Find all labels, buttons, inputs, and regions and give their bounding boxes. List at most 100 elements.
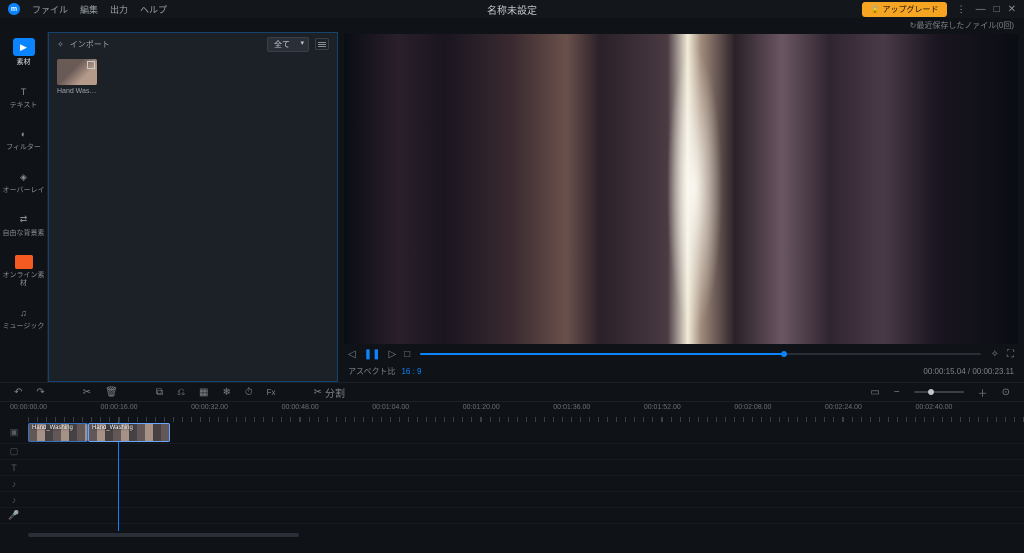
crop-icon[interactable]: ⧉ (156, 387, 163, 398)
text-icon: T (17, 85, 31, 99)
ruler-tick: 00:00:16.00 (101, 404, 138, 411)
prev-frame-icon[interactable]: ◁ (348, 349, 356, 360)
clip-label: Hand_Washing (32, 425, 73, 431)
zoom-fit-icon[interactable]: ⊙ (1002, 387, 1010, 398)
track-head-audio1[interactable]: ♪ (0, 476, 28, 491)
audio-track-2[interactable]: ♪ (0, 492, 1024, 508)
timeline-ruler[interactable]: 00:00:00.00 00:00:16.00 00:00:32.00 00:00:4… (0, 402, 1024, 422)
aspect-label: アスペクト比 (348, 366, 395, 377)
rail-text-label: テキスト (10, 102, 38, 110)
menu-bar: ファイル 編集 出力 ヘルプ (32, 3, 167, 16)
ruler-tick: 00:00:00.00 (10, 404, 47, 411)
mosaic-icon[interactable]: ▦ (199, 387, 208, 398)
ruler-tick: 00:02:40.00 (915, 404, 952, 411)
ruler-tick: 00:00:32.00 (191, 404, 228, 411)
ruler-tick: 00:00:48.00 (282, 404, 319, 411)
window-title: 名称未設定 (487, 2, 537, 17)
view-mode-toggle[interactable] (315, 38, 329, 50)
track-head-text[interactable]: T (0, 460, 28, 475)
zoom-handle[interactable] (928, 389, 934, 395)
timeline: 00:00:00.00 00:00:16.00 00:00:32.00 00:00:4… (0, 402, 1024, 539)
fullscreen-icon[interactable]: ⛶ (1007, 349, 1014, 360)
effect-icon[interactable]: Fx (267, 388, 276, 397)
ruler-tick: 00:02:08.00 (734, 404, 771, 411)
rail-online-label: オンライン素材 (0, 272, 48, 287)
recent-files-bar[interactable]: ↻最近保存したノァイル(0回) (0, 18, 1024, 32)
rail-filter-label: フィルター (6, 144, 41, 152)
rail-music-label: ミュージック (3, 323, 45, 331)
filter-icon: ◐ (17, 127, 31, 141)
preview-progress-handle[interactable] (781, 351, 787, 357)
menu-help[interactable]: ヘルプ (140, 3, 167, 16)
cut-icon[interactable]: ✂ (83, 387, 91, 398)
marker-icon[interactable]: ▭ (870, 387, 879, 398)
speed-icon[interactable]: ⏱ (245, 387, 253, 398)
freeze-icon[interactable]: ❄ (222, 387, 230, 398)
timeline-scrollbar[interactable] (0, 531, 1024, 539)
ruler-tick: 00:01:52.00 (644, 404, 681, 411)
rail-media[interactable]: ▶ 素材 (0, 38, 48, 67)
zoom-in-icon[interactable]: ＋ (978, 385, 988, 400)
zoom-slider[interactable] (914, 391, 964, 393)
media-clip-name: Hand Washi... (57, 88, 97, 95)
time-display: 00:00:15.04 / 00:00:23.11 (923, 367, 1014, 376)
split-button[interactable]: ✂ 分割 (314, 385, 345, 400)
close-icon[interactable]: ✕ (1008, 4, 1016, 15)
import-label[interactable]: インポート (70, 39, 110, 50)
rail-music[interactable]: ♫ ミュージック (0, 306, 48, 331)
media-filter-dropdown[interactable]: 全て (267, 37, 309, 52)
media-clip[interactable]: Hand Washi... (57, 59, 97, 95)
preview-progress-fill (420, 353, 784, 355)
timeline-clip[interactable]: Hand_Washing (28, 423, 88, 442)
overlay-icon: ◈ (17, 170, 31, 184)
zoom-out-icon[interactable]: − (894, 387, 900, 398)
timeline-tracks: ▣ Hand_Washing Hand_Washing ▢ T ♪ ♪ 🎤 (0, 422, 1024, 531)
split-icon[interactable]: ⎌ (177, 387, 185, 398)
kebab-icon[interactable]: ⋮ (957, 4, 966, 15)
upgrade-button[interactable]: 🔒 アップグレード (862, 2, 946, 17)
video-track[interactable]: ▣ Hand_Washing Hand_Washing (0, 422, 1024, 444)
rail-overlay[interactable]: ◈ オーバーレイ (0, 170, 48, 195)
voice-track[interactable]: 🎤 (0, 508, 1024, 524)
ruler-tick: 00:01:04.00 (372, 404, 409, 411)
track-head-voice[interactable]: 🎤 (0, 508, 28, 523)
track-head-audio2[interactable]: ♪ (0, 492, 28, 507)
snapshot-icon[interactable]: ✧ (991, 349, 999, 360)
next-frame-icon[interactable]: ▷ (388, 349, 396, 360)
rail-text[interactable]: T テキスト (0, 85, 48, 110)
clip-label: Hand_Washing (92, 425, 133, 431)
redo-icon[interactable]: ↷ (36, 387, 44, 398)
title-bar: m ファイル 編集 出力 ヘルプ 名称未設定 🔒 アップグレード ⋮ — □ ✕ (0, 0, 1024, 18)
audio-track-1[interactable]: ♪ (0, 476, 1024, 492)
preview-canvas[interactable] (344, 34, 1018, 344)
ruler-tick: 00:02:24.00 (825, 404, 862, 411)
aspect-value[interactable]: 16 : 9 (401, 367, 421, 376)
rail-media-label: 素材 (17, 59, 31, 67)
minimize-icon[interactable]: — (976, 4, 986, 15)
timeline-toolbar: ↶ ↷ ✂ 🗑 ⧉ ⎌ ▦ ❄ ⏱ Fx ✂ 分割 ▭ − ＋ ⊙ (0, 382, 1024, 402)
menu-output[interactable]: 出力 (110, 3, 128, 16)
media-clip-thumb (57, 59, 97, 85)
delete-icon[interactable]: 🗑 (105, 387, 118, 398)
stop-icon[interactable]: □ (404, 349, 410, 360)
ruler-tick: 00:01:20.00 (463, 404, 500, 411)
overlay-track[interactable]: ▢ (0, 444, 1024, 460)
track-head-overlay[interactable]: ▢ (0, 444, 28, 459)
text-track[interactable]: T (0, 460, 1024, 476)
rail-filter[interactable]: ◐ フィルター (0, 127, 48, 152)
music-icon: ♫ (17, 306, 31, 320)
preview-progress[interactable] (420, 353, 980, 355)
bgremove-icon: ⇄ (17, 213, 31, 227)
play-pause-icon[interactable]: ❚❚ (364, 349, 381, 360)
menu-edit[interactable]: 編集 (80, 3, 98, 16)
timeline-clip[interactable]: Hand_Washing (88, 423, 170, 442)
maximize-icon[interactable]: □ (994, 4, 1000, 15)
track-head-video[interactable]: ▣ (0, 422, 28, 443)
import-icon[interactable]: ✧ (57, 40, 64, 49)
menu-file[interactable]: ファイル (32, 3, 68, 16)
rail-online[interactable]: オンライン素材 (0, 255, 48, 287)
rail-overlay-label: オーバーレイ (3, 187, 45, 195)
rail-bgremove[interactable]: ⇄ 自由な背景素 (0, 213, 48, 238)
undo-icon[interactable]: ↶ (14, 387, 22, 398)
timeline-scrollbar-thumb[interactable] (28, 533, 299, 537)
